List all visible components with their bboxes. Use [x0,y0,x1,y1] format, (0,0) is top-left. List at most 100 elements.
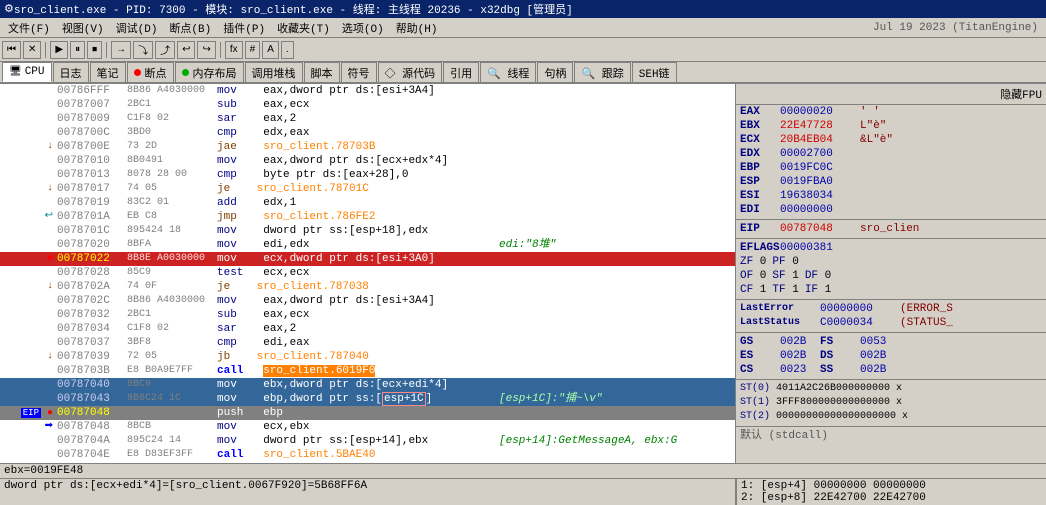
address: 00787043 [55,392,125,406]
disasm-row[interactable]: 00787040 8BC9 mov ebx,dword ptr ds:[ecx+… [0,378,735,392]
toolbar-pause[interactable]: ⏸ [70,41,85,59]
disasm-row[interactable]: 0078704A 895C24 14 mov dword ptr ss:[esp… [0,434,735,448]
eflags-label: EFLAGS [740,241,780,255]
laststatus-label: LastStatus [740,316,820,330]
disasm-row[interactable]: 00787037 3BF8 cmp edi,eax [0,336,735,350]
disasm-row[interactable]: 0078704E E8 D83EF3FF call sro_client.5BA… [0,448,735,462]
eax-value[interactable]: 00000020 [780,105,860,119]
disasm-row[interactable]: ↓ 0078700E 73 2D jae sro_client.78703B [0,140,735,154]
toolbar-expr[interactable]: fx [225,41,243,59]
disasm-row[interactable]: ● 00787022 8B8E A0030000 mov ecx,dword p… [0,252,735,266]
disasm-row[interactable]: 00787028 85C9 test ecx,ecx [0,266,735,280]
disasm-row[interactable]: 00787043 8B6C24 1C mov ebp,dword ptr ss:… [0,392,735,406]
mnemonic: cmp edi,eax [215,336,495,350]
toolbar-close[interactable]: ✕ [23,41,41,59]
fpu-toggle[interactable]: 隐藏FPU [736,84,1046,105]
mnemonic: mov dword ptr ss:[esp+18],edx [215,224,495,238]
title-icon: ⚙ [4,2,14,16]
toolbar-step-out[interactable]: ⤴ [155,41,175,59]
disasm-row[interactable]: ↓ 0078702A 74 0F je sro_client.787038 [0,280,735,294]
menu-breakpoint[interactable]: 断点(B) [163,18,217,38]
menu-debug[interactable]: 调试(D) [110,18,164,38]
toolbar-step-over[interactable]: ⤵ [133,41,153,59]
toolbar-restart[interactable]: ⏮ [2,41,21,59]
esi-value[interactable]: 19638034 [780,189,860,203]
disasm-row[interactable]: EIP ● 00787048 55 push ebp [0,406,735,420]
edi-value[interactable]: 00000000 [780,203,860,217]
comment [495,224,503,238]
menu-file[interactable]: 文件(F) [2,18,56,38]
esp-value[interactable]: 0019FBA0 [780,175,860,189]
disasm-row[interactable]: 0078703B E8 B0A9E7FF call sro_client.601… [0,364,735,378]
bytes: 2BC1 [125,308,215,322]
tab-ref[interactable]: 引用 [443,62,479,82]
eip-value[interactable]: 00787048 [780,222,860,236]
address: 0078701C [55,224,125,238]
cs-label: CS [740,363,780,377]
tab-log[interactable]: 日志 [53,62,89,82]
disasm-row[interactable]: 00787013 8078 28 00 cmp byte ptr ds:[eax… [0,168,735,182]
disasm-row[interactable]: 00787020 8BFA mov edi,edx edi:"8堆" [0,238,735,252]
disasm-row[interactable]: ↓ 00787017 74 05 je sro_client.78701C [0,182,735,196]
disasm-panel[interactable]: 00786FFF 8B86 A4030000 mov eax,dword ptr… [0,84,736,463]
toolbar-more[interactable]: . [281,41,294,59]
disasm-scroll[interactable]: 00786FFF 8B86 A4030000 mov eax,dword ptr… [0,84,735,463]
toolbar-back[interactable]: ↩ [177,41,195,59]
disasm-row[interactable]: 00787010 8B0491 mov eax,dword ptr ds:[ec… [0,154,735,168]
address: 0078700E [55,140,125,154]
reg-esp-row: ESP 0019FBA0 [736,175,1046,189]
disasm-row[interactable]: 00787019 83C2 01 add edx,1 [0,196,735,210]
tab-symbol[interactable]: 符号 [341,62,377,82]
tab-note[interactable]: 笔记 [90,62,126,82]
disasm-row[interactable]: ↩ 0078701A EB C8 jmp sro_client.786FE2 [0,210,735,224]
toolbar: ⏮ ✕ ▶ ⏸ ⏹ → ⤵ ⤴ ↩ ↪ fx # A . [0,38,1046,62]
mnemonic: sar eax,2 [215,322,495,336]
toolbar-bp-cond[interactable]: # [245,41,261,59]
tab-script[interactable]: 脚本 [304,62,340,82]
ebp-value[interactable]: 0019FC0C [780,161,860,175]
status-bar: ebx=0019FE48 dword ptr ds:[ecx+edi*4]=[s… [0,463,1046,503]
menu-plugin[interactable]: 插件(P) [217,18,271,38]
ecx-value[interactable]: 20B4EB04 [780,133,860,147]
flags-row3: CF 1 TF 1 IF 1 [736,283,1046,297]
disasm-row[interactable]: 0078700C 3BD0 cmp edx,eax [0,126,735,140]
tab-callstack[interactable]: 调用堆栈 [245,62,303,82]
disasm-row[interactable]: 00786FFF 8B86 A4030000 mov eax,dword ptr… [0,84,735,98]
tab-source[interactable]: ◇ 源代码 [378,62,443,82]
tab-trace[interactable]: 🔍 跟踪 [574,62,630,82]
arrow: ↓ [0,182,55,196]
menu-view[interactable]: 视图(V) [56,18,110,38]
tab-seh[interactable]: SEH链 [632,62,677,82]
menu-options[interactable]: 选项(O) [336,18,390,38]
address: 00787037 [55,336,125,350]
tab-handle[interactable]: 句柄 [537,62,573,82]
tab-breakpoint[interactable]: 断点 [127,62,174,82]
toolbar-follow[interactable]: A [262,41,279,59]
toolbar-step-into[interactable]: → [111,41,131,59]
tab-memory[interactable]: 内存布局 [175,62,244,82]
eflags-value[interactable]: 00000381 [780,241,860,255]
arrow [0,448,55,462]
menu-help[interactable]: 帮助(H) [390,18,444,38]
tab-thread[interactable]: 🔍 线程 [480,62,536,82]
menu-favorites[interactable]: 收藏夹(T) [271,18,336,38]
lasterror-comment: (ERROR_S [900,302,1042,316]
disasm-row[interactable]: 0078702C 8B86 A4030000 mov eax,dword ptr… [0,294,735,308]
arrow [0,462,55,463]
bytes: 85DB [125,462,215,463]
disasm-row[interactable]: ↓ 00787039 72 05 jb sro_client.787040 [0,350,735,364]
ebx-value[interactable]: 22E47728 [780,119,860,133]
disasm-row[interactable]: 00787009 C1F8 02 sar eax,2 [0,112,735,126]
edx-value[interactable]: 00002700 [780,147,860,161]
disasm-row[interactable]: 00787034 C1F8 02 sar eax,2 [0,322,735,336]
disasm-row[interactable]: 00787032 2BC1 sub eax,ecx [0,308,735,322]
toolbar-stop[interactable]: ⏹ [87,41,102,59]
disasm-row[interactable]: ➡ 00787048 8BCB mov ecx,ebx [0,420,735,434]
disasm-row[interactable]: 0078701C 895424 18 mov dword ptr ss:[esp… [0,224,735,238]
main-content: 00786FFF 8B86 A4030000 mov eax,dword ptr… [0,84,1046,463]
disasm-row[interactable]: 00787007 2BC1 sub eax,ecx [0,98,735,112]
toolbar-run[interactable]: ▶ [50,41,68,59]
toolbar-forward[interactable]: ↪ [197,41,215,59]
comment [495,280,503,294]
tab-cpu[interactable]: 🖥 CPU [2,62,52,82]
